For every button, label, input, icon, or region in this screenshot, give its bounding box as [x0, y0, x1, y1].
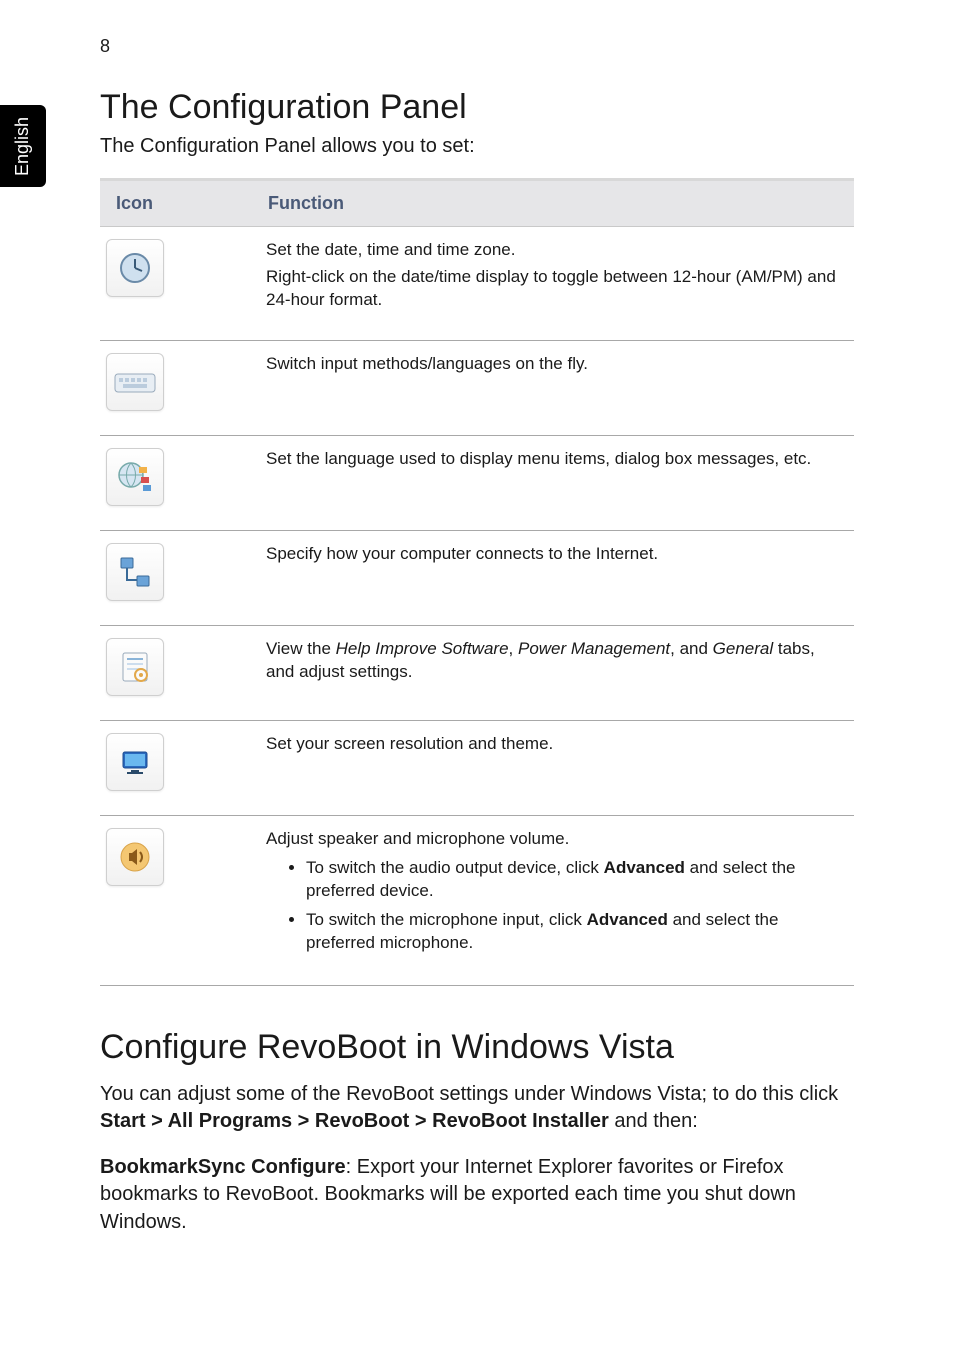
keyboard-icon — [106, 353, 164, 411]
table-row: Set the date, time and time zone. Right-… — [100, 227, 854, 341]
table-row: Set your screen resolution and theme. — [100, 720, 854, 815]
row-text: Set your screen resolution and theme. — [266, 733, 840, 756]
table-row: Set the language used to display menu it… — [100, 435, 854, 530]
network-icon — [106, 543, 164, 601]
row-text: View the Help Improve Software, Power Ma… — [266, 638, 840, 684]
table-row: Switch input methods/languages on the fl… — [100, 340, 854, 435]
row-text: Switch input methods/languages on the fl… — [266, 353, 840, 376]
settings-page-icon — [106, 638, 164, 696]
paragraph: BookmarkSync Configure: Export your Inte… — [100, 1154, 854, 1237]
row-bullet: To switch the microphone input, click Ad… — [306, 909, 840, 955]
monitor-icon — [106, 733, 164, 791]
configuration-table: Icon Function Set the date, tim — [100, 178, 854, 986]
row-bullet: To switch the audio output device, click… — [306, 857, 840, 903]
language-tab-label: English — [13, 116, 34, 175]
table-row: Adjust speaker and microphone volume. To… — [100, 815, 854, 985]
intro-text: The Configuration Panel allows you to se… — [100, 135, 854, 158]
table-header-icon: Icon — [100, 180, 252, 227]
row-text: Set the date, time and time zone. — [266, 239, 840, 262]
heading-configure-revoboot: Configure RevoBoot in Windows Vista — [100, 1028, 854, 1067]
row-text: Adjust speaker and microphone volume. — [266, 828, 840, 851]
row-text: Set the language used to display menu it… — [266, 448, 840, 471]
table-header-function: Function — [252, 180, 854, 227]
globe-flags-icon — [106, 448, 164, 506]
table-row: View the Help Improve Software, Power Ma… — [100, 625, 854, 720]
page-number: 8 — [100, 36, 110, 57]
speaker-icon — [106, 828, 164, 886]
clock-icon — [106, 239, 164, 297]
heading-configuration-panel: The Configuration Panel — [100, 88, 854, 127]
language-tab: English — [0, 105, 46, 187]
row-text: Right-click on the date/time display to … — [266, 266, 840, 312]
row-text: Specify how your computer connects to th… — [266, 543, 840, 566]
table-row: Specify how your computer connects to th… — [100, 530, 854, 625]
paragraph: You can adjust some of the RevoBoot sett… — [100, 1081, 854, 1136]
